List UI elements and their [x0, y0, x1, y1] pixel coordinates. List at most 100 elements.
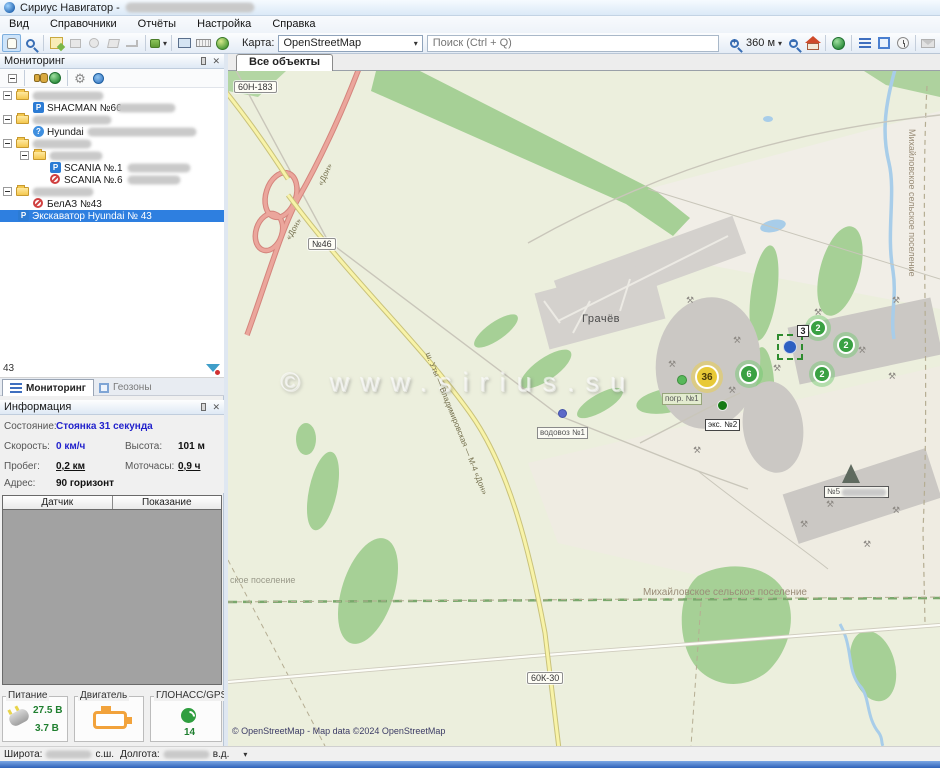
collapse-all-button[interactable]	[3, 70, 21, 86]
show-on-map-button[interactable]	[46, 70, 64, 86]
zoom-in-button[interactable]: +	[725, 34, 744, 52]
unit-marker-darkgreen[interactable]	[717, 400, 728, 411]
object-label-eks2[interactable]: экс. №2	[705, 419, 740, 431]
speed-label: Скорость:	[4, 441, 50, 452]
find-object-button[interactable]	[28, 70, 46, 86]
object-list-button[interactable]	[855, 34, 874, 52]
state-label: Состояние:	[4, 421, 57, 432]
zoom-scale-dropdown[interactable]: 360 м▾	[746, 37, 782, 49]
power-voltage-2: 3.7 В	[35, 723, 59, 734]
screen-button[interactable]	[175, 34, 194, 52]
tracking-button[interactable]	[89, 70, 107, 86]
menu-directories[interactable]: Справочники	[41, 16, 126, 30]
object-label-vodovoz1[interactable]: водовоз №1	[537, 427, 588, 439]
monitoring-panel-title: Мониторинг	[4, 55, 195, 67]
list-icon	[10, 383, 22, 393]
polyline-icon	[126, 40, 138, 47]
cluster-marker[interactable]: 2	[809, 319, 827, 337]
tracking-icon	[93, 73, 104, 84]
node-tool-button[interactable]	[66, 34, 85, 52]
menu-view[interactable]: Вид	[0, 16, 38, 30]
map-select-label: Карта:	[242, 37, 275, 49]
tree-item-belaz[interactable]: БелАЗ №43	[0, 198, 224, 210]
edit-map-button[interactable]	[47, 34, 66, 52]
collapse-icon[interactable]	[3, 115, 12, 124]
close-icon[interactable]: ✕	[212, 57, 220, 66]
tree-item-hyundai[interactable]: ? Hyundai	[0, 126, 224, 138]
globe-button[interactable]	[829, 34, 848, 52]
boundary-label-left-partial: ское поселение	[230, 575, 295, 585]
tab-all-objects[interactable]: Все объекты	[236, 54, 333, 71]
offline-status-icon	[50, 174, 60, 184]
map-viewport[interactable]: ⚒⚒ ⚒⚒ ⚒⚒ ⚒⚒ ⚒⚒ ⚒⚒ ⚒⚒ © www.sirius.su 60Н…	[228, 71, 940, 746]
redacted-text	[128, 176, 180, 184]
collapse-icon[interactable]	[3, 139, 12, 148]
mileage-value[interactable]: 0,2 км	[56, 461, 85, 472]
unit-marker-green[interactable]	[677, 375, 687, 385]
menu-help[interactable]: Справка	[263, 16, 324, 30]
tab-monitoring[interactable]: Мониторинг	[2, 379, 94, 396]
hours-value[interactable]: 0,9 ч	[178, 461, 201, 472]
zoom-tool-button[interactable]	[21, 34, 40, 52]
tree-item-scania6[interactable]: SCANIA №.6	[0, 174, 224, 186]
tree-item-folder[interactable]	[0, 150, 224, 162]
polyline-tool-button[interactable]	[123, 34, 142, 52]
collapse-icon[interactable]	[20, 151, 29, 160]
mail-button[interactable]	[919, 34, 938, 52]
map-provider-dropdown[interactable]: OpenStreetMap ▾	[278, 35, 422, 52]
cluster-marker[interactable]: 2	[813, 365, 831, 383]
polygon-tool-button[interactable]	[104, 34, 123, 52]
value-column-header[interactable]: Показание	[113, 496, 222, 509]
cluster-marker[interactable]: 6	[739, 364, 759, 384]
home-button[interactable]	[803, 34, 822, 52]
select-region-button[interactable]	[874, 34, 893, 52]
layers-button[interactable]: ▾	[149, 34, 168, 52]
history-button[interactable]	[893, 34, 912, 52]
chevron-down-icon[interactable]: ▾	[243, 750, 247, 759]
node-icon	[70, 39, 81, 48]
collapse-icon[interactable]	[3, 91, 12, 100]
object-label-n5[interactable]: №5	[824, 486, 889, 498]
menu-settings[interactable]: Настройка	[188, 16, 260, 30]
folder-icon	[33, 151, 46, 160]
collapse-icon[interactable]	[3, 187, 12, 196]
svg-text:⚒: ⚒	[773, 363, 781, 373]
tree-settings-button[interactable]: ⚙	[71, 70, 89, 86]
cluster-marker[interactable]: 2	[837, 336, 855, 354]
parking-status-icon: P	[33, 102, 44, 113]
object-label-pogr1[interactable]: погр. №1	[662, 393, 702, 405]
info-panel-title: Информация	[4, 401, 195, 413]
unit-marker-selected[interactable]	[783, 340, 797, 354]
sensor-column-header[interactable]: Датчик	[3, 496, 113, 509]
redacted-text	[50, 152, 102, 160]
object-label-n5-text: №5	[827, 487, 840, 497]
zoom-out-button[interactable]: −	[784, 34, 803, 52]
tree-item-folder[interactable]	[0, 114, 224, 126]
circle-tool-button[interactable]	[85, 34, 104, 52]
unit-marker-violet[interactable]	[558, 409, 567, 418]
pin-icon[interactable]	[201, 403, 206, 411]
tree-item-folder[interactable]	[0, 90, 224, 102]
app-icon	[4, 2, 15, 13]
unknown-status-icon: ?	[33, 126, 44, 137]
search-box[interactable]	[427, 35, 719, 52]
tree-item-scania1[interactable]: P SCANIA №.1	[0, 162, 224, 174]
cluster-marker-large[interactable]: 36	[695, 365, 719, 389]
tab-geozones-label: Геозоны	[113, 382, 152, 393]
pan-hand-button[interactable]	[2, 34, 21, 52]
tree-item-shacman[interactable]: P SHACMAN №66	[0, 102, 224, 114]
latitude-label: Широта:	[4, 749, 42, 760]
selection-count-badge: 3	[797, 325, 809, 337]
svg-text:⚒: ⚒	[728, 385, 736, 395]
tree-item-folder[interactable]	[0, 186, 224, 198]
ruler-button[interactable]	[194, 34, 213, 52]
globe-3d-button[interactable]	[213, 34, 232, 52]
search-input[interactable]	[428, 36, 718, 51]
redacted-text	[117, 104, 175, 112]
menu-reports[interactable]: Отчёты	[129, 16, 185, 30]
tab-geozones[interactable]: Геозоны	[92, 379, 159, 396]
tree-item-excavator-selected[interactable]: P Экскаватор Hyundai № 43	[0, 210, 224, 222]
pin-icon[interactable]	[201, 57, 206, 65]
close-icon[interactable]: ✕	[212, 403, 220, 412]
magnifier-icon	[26, 39, 35, 48]
